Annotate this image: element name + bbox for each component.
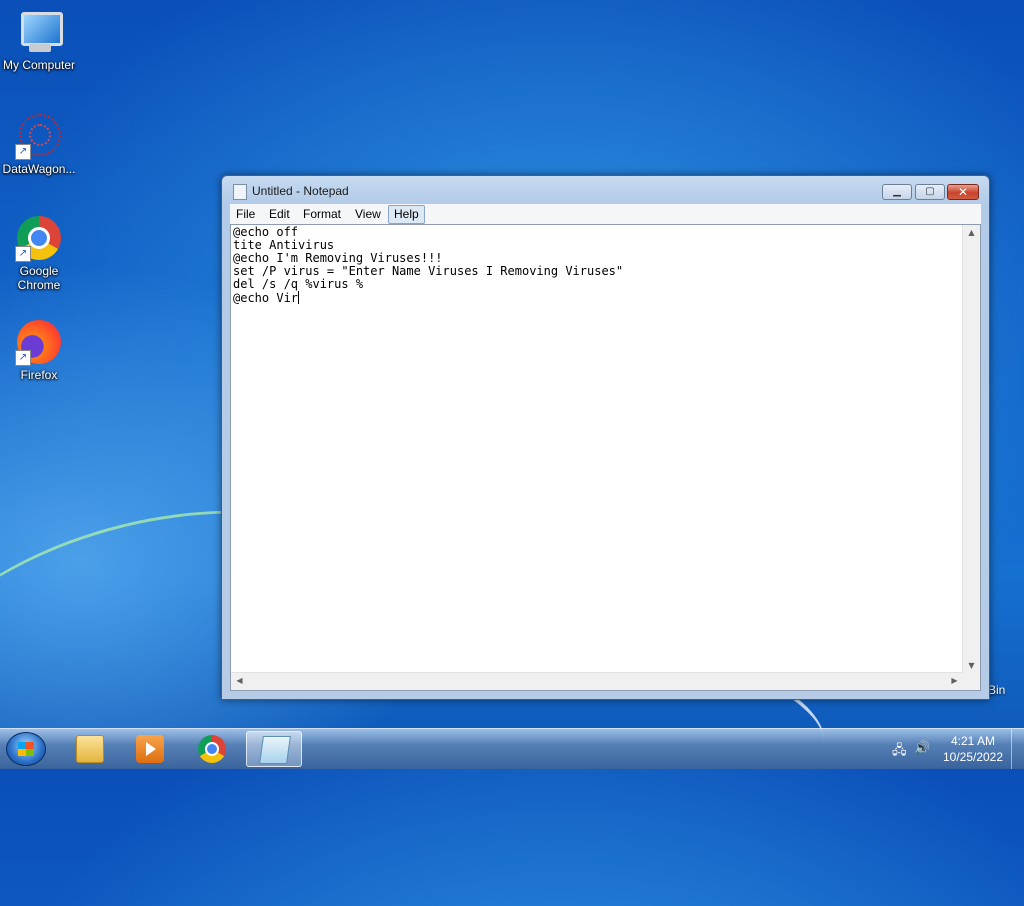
taskbar-notepad-button[interactable] (246, 731, 302, 767)
scroll-up-icon[interactable]: ▲ (963, 228, 980, 237)
horizontal-scrollbar[interactable]: ◀ ▶ (231, 672, 963, 690)
volume-icon[interactable]: 🔊 (914, 741, 930, 756)
minimize-icon: ▁ (893, 186, 901, 197)
window-title: Untitled - Notepad (252, 184, 349, 198)
computer-icon (15, 8, 63, 56)
desktop-icon-firefox[interactable]: ↗ Firefox (0, 318, 78, 382)
text-caret (298, 291, 300, 304)
notepad-window: Untitled - Notepad ▁ ▢ ✕ File Edit Forma… (221, 175, 990, 700)
show-desktop-button[interactable] (1011, 729, 1024, 769)
editor-line: @echo Vir (233, 291, 299, 305)
scroll-down-icon[interactable]: ▼ (963, 661, 980, 670)
scrollbar-corner (963, 673, 980, 690)
text-editor[interactable]: @echo off tite Antivirus @echo I'm Remov… (230, 224, 981, 691)
desktop-icon-label: Google Chrome (17, 264, 61, 292)
close-button[interactable]: ✕ (947, 184, 979, 200)
editor-line: set /P virus = "Enter Name Viruses I Rem… (233, 264, 624, 278)
editor-line: @echo I'm Removing Viruses!!! (233, 251, 443, 265)
shortcut-arrow-icon: ↗ (15, 246, 31, 262)
menu-edit[interactable]: Edit (264, 206, 295, 223)
shortcut-arrow-icon: ↗ (15, 144, 31, 160)
vertical-scrollbar[interactable]: ▲ ▼ (962, 225, 980, 673)
editor-line: del /s /q %virus % (233, 277, 364, 291)
desktop-icon-datawagon[interactable]: ↗ DataWagon... (0, 112, 78, 176)
network-icon[interactable]: 🖧 (892, 741, 907, 763)
scroll-right-icon[interactable]: ▶ (946, 676, 963, 685)
chrome-icon (198, 735, 226, 763)
taskbar: 🖧 🔊 4:21 AM 10/25/2022 (0, 728, 1024, 769)
desktop-icon-label: DataWagon... (2, 162, 76, 176)
desktop-icon-label: Firefox (20, 368, 58, 382)
close-icon: ✕ (957, 185, 969, 199)
taskbar-chrome-button[interactable] (184, 731, 240, 767)
maximize-icon: ▢ (925, 186, 935, 197)
menu-help[interactable]: Help (388, 205, 425, 224)
menu-file[interactable]: File (231, 206, 260, 223)
shortcut-arrow-icon: ↗ (15, 350, 31, 366)
explorer-folder-icon (76, 735, 104, 763)
window-titlebar[interactable]: Untitled - Notepad ▁ ▢ ✕ (222, 176, 989, 206)
notepad-icon (233, 184, 247, 200)
clock-date: 10/25/2022 (942, 750, 1004, 764)
notepad-icon (259, 736, 291, 764)
editor-line: @echo off (233, 225, 299, 239)
menu-view[interactable]: View (350, 206, 386, 223)
media-player-icon (136, 735, 164, 763)
firefox-icon: ↗ (15, 318, 63, 366)
recycle-bin-label[interactable]: Bin (988, 683, 1005, 697)
menu-bar: File Edit Format View Help (230, 204, 981, 224)
desktop-icon-label: My Computer (2, 58, 76, 72)
scroll-left-icon[interactable]: ◀ (231, 676, 248, 685)
desktop-icon-google-chrome[interactable]: ↗ Google Chrome (0, 214, 78, 292)
system-clock[interactable]: 4:21 AM 10/25/2022 (940, 733, 1006, 765)
minimize-button[interactable]: ▁ (882, 184, 912, 200)
clock-time: 4:21 AM (950, 734, 996, 748)
datawagon-icon: ↗ (15, 112, 63, 160)
chrome-icon: ↗ (15, 214, 63, 262)
taskbar-media-player-button[interactable] (122, 731, 178, 767)
start-button[interactable] (6, 732, 46, 766)
maximize-button[interactable]: ▢ (915, 184, 945, 200)
editor-text[interactable]: @echo off tite Antivirus @echo I'm Remov… (233, 226, 623, 305)
menu-format[interactable]: Format (298, 206, 346, 223)
desktop-icon-my-computer[interactable]: My Computer (0, 8, 78, 72)
editor-line: tite Antivirus (233, 238, 335, 252)
taskbar-explorer-button[interactable] (62, 731, 118, 767)
